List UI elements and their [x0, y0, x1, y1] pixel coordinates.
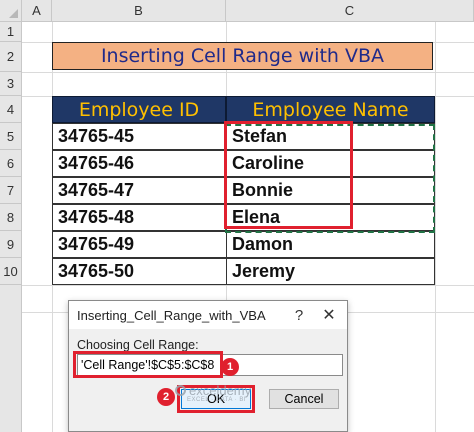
header-employee-id[interactable]: Employee ID — [52, 96, 226, 123]
row-header-3[interactable]: 3 — [0, 72, 22, 96]
input-highlight — [73, 351, 223, 378]
cell-employee-id[interactable]: 34765-49 — [52, 231, 227, 258]
gridline — [435, 22, 436, 432]
row-header-7[interactable]: 7 — [0, 177, 22, 204]
row-header-10[interactable]: 10 — [0, 258, 22, 285]
sheet-title[interactable]: Inserting Cell Range with VBA — [52, 42, 433, 70]
select-all-triangle-icon — [9, 9, 18, 18]
cell-employee-id[interactable]: 34765-48 — [52, 204, 227, 231]
cell-employee-id[interactable]: 34765-47 — [52, 177, 227, 204]
watermark-name: exceldemy — [189, 383, 252, 398]
cell-employee-id[interactable]: 34765-50 — [52, 258, 227, 285]
watermark: exceldemy EXCEL · DATA · BI — [175, 383, 252, 403]
row-header-5[interactable]: 5 — [0, 123, 22, 150]
row-header-2[interactable]: 2 — [0, 42, 22, 72]
help-icon[interactable]: ? — [289, 305, 309, 325]
callout-badge-1: 1 — [221, 358, 239, 376]
column-header-c[interactable]: C — [226, 0, 474, 22]
cell-employee-id[interactable]: 34765-45 — [52, 123, 227, 150]
column-header-a[interactable]: A — [22, 0, 52, 22]
gridline — [22, 285, 474, 286]
row-header-4[interactable]: 4 — [0, 96, 22, 123]
callout-badge-2: 2 — [157, 388, 175, 406]
spreadsheet: A B C 1 2 3 4 5 6 7 8 9 10 Inserting Cel… — [0, 0, 474, 432]
cancel-button[interactable]: Cancel — [269, 389, 339, 409]
exceldemy-logo-icon — [175, 385, 186, 396]
selected-range-highlight — [224, 121, 353, 229]
close-icon[interactable]: ✕ — [319, 305, 339, 325]
column-header-b[interactable]: B — [52, 0, 226, 22]
row-header-8[interactable]: 8 — [0, 204, 22, 231]
row-header-6[interactable]: 6 — [0, 150, 22, 177]
row-header-9[interactable]: 9 — [0, 231, 22, 258]
cell-employee-id[interactable]: 34765-46 — [52, 150, 227, 177]
cell-employee-name[interactable]: Damon — [226, 231, 435, 258]
select-all-corner[interactable] — [0, 0, 22, 22]
header-employee-name[interactable]: Employee Name — [226, 96, 435, 123]
input-box-dialog: Inserting_Cell_Range_with_VBA ? ✕ Choosi… — [68, 300, 348, 432]
dialog-prompt: Choosing Cell Range: — [77, 338, 199, 352]
cell-employee-name[interactable]: Jeremy — [226, 258, 435, 285]
gridline — [22, 72, 474, 73]
row-header-1[interactable]: 1 — [0, 22, 22, 42]
row-header-blank — [0, 285, 22, 432]
watermark-tagline: EXCEL · DATA · BI — [187, 397, 247, 403]
dialog-title: Inserting_Cell_Range_with_VBA — [77, 307, 266, 323]
